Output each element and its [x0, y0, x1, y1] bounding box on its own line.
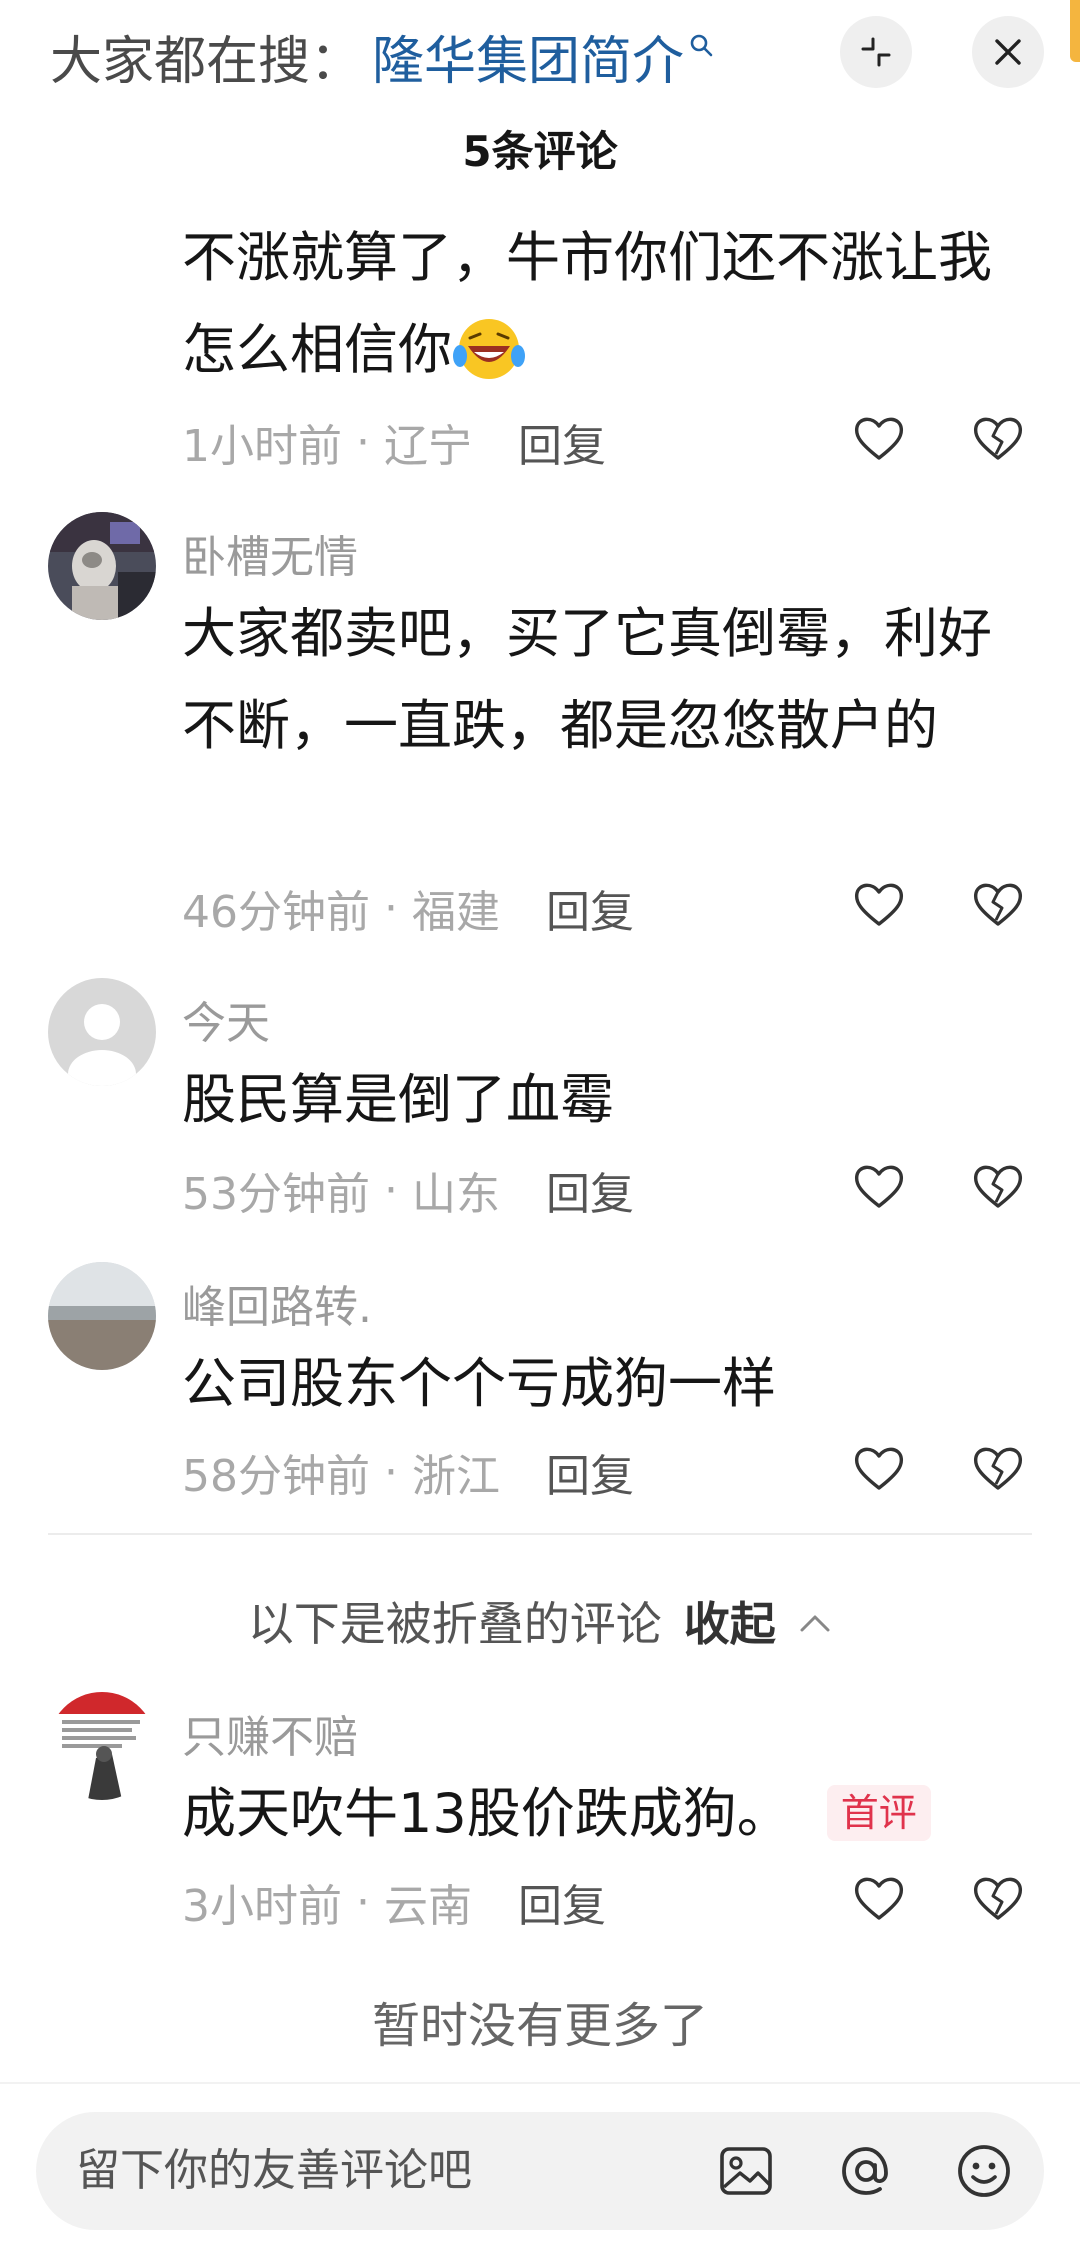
first-comment-badge: 首评 — [826, 1785, 931, 1841]
heart-icon[interactable] — [853, 1874, 905, 1922]
default-avatar-icon — [48, 978, 156, 1086]
avatar[interactable] — [48, 1692, 156, 1800]
comment-location: 山东 — [412, 1169, 500, 1220]
reply-button[interactable]: 回复 — [518, 410, 606, 474]
comment-time: 1小时前 — [182, 421, 342, 472]
comment-count-title: 5条评论 — [462, 127, 618, 176]
at-icon[interactable] — [836, 2141, 896, 2201]
meta-separator: · — [384, 1164, 398, 1216]
reply-button[interactable]: 回复 — [546, 1158, 634, 1222]
comment-time: 58分钟前 — [182, 1451, 370, 1502]
reply-button[interactable]: 回复 — [546, 1440, 634, 1504]
broken-heart-icon[interactable] — [972, 414, 1024, 462]
comment-text[interactable]: 成天吹牛13股价跌成狗。 首评 — [182, 1768, 1022, 1860]
laughing-crying-emoji-icon — [453, 319, 525, 379]
reply-button[interactable]: 回复 — [518, 1870, 606, 1934]
comment-text[interactable]: 不涨就算了，牛市你们还不涨让我怎么相信你 — [182, 212, 1022, 396]
avatar[interactable] — [48, 1262, 156, 1370]
heart-icon[interactable] — [853, 1444, 905, 1492]
comment-time: 46分钟前 — [182, 887, 370, 938]
comment-input-area: 留下你的友善评论吧 — [0, 2082, 1080, 2253]
comment-location: 云南 — [384, 1881, 472, 1932]
search-suggestion-term[interactable]: 隆华集团简介 — [372, 19, 684, 94]
folded-comments-toggle[interactable]: 以下是被折叠的评论 收起 — [0, 1588, 1080, 1654]
comments-sheet: 大家都在搜： 隆华集团简介 5条评论 不涨就算了，牛市你们还不涨让我怎么相信你 — [0, 0, 1080, 2253]
image-icon[interactable] — [716, 2141, 776, 2201]
comment-location: 福建 — [412, 887, 500, 938]
comment-text-content: 成天吹牛13股价跌成狗。 — [182, 1782, 791, 1845]
username[interactable]: 卧槽无情 — [182, 521, 358, 585]
broken-heart-icon[interactable] — [972, 1162, 1024, 1210]
broken-heart-icon[interactable] — [972, 1444, 1024, 1492]
heart-icon[interactable] — [853, 414, 905, 462]
comment-input-placeholder: 留下你的友善评论吧 — [76, 2145, 472, 2196]
username[interactable]: 峰回路转. — [182, 1271, 372, 1335]
divider — [48, 1533, 1032, 1535]
avatar[interactable] — [48, 512, 156, 620]
comment-text-content: 不涨就算了，牛市你们还不涨让我怎么相信你 — [182, 226, 992, 381]
broken-heart-icon[interactable] — [972, 1874, 1024, 1922]
avatar-image — [48, 1262, 156, 1370]
no-more-comments-text: 暂时没有更多了 — [371, 1998, 708, 2054]
collapse-folded-link[interactable]: 收起 — [684, 1597, 776, 1651]
search-icon — [690, 34, 713, 57]
username[interactable]: 今天 — [182, 987, 270, 1051]
comment-time: 3小时前 — [182, 1881, 342, 1932]
heart-icon[interactable] — [853, 1162, 905, 1210]
comment-location: 浙江 — [412, 1451, 500, 1502]
comment-meta: 1小时前 · 辽宁 回复 — [182, 410, 606, 474]
reply-button[interactable]: 回复 — [546, 876, 634, 940]
close-icon — [995, 39, 1021, 65]
comment-meta: 46分钟前 · 福建 回复 — [182, 876, 634, 940]
username[interactable]: 只赚不赔 — [182, 1701, 358, 1765]
meta-separator: · — [384, 882, 398, 934]
sheet-header: 大家都在搜： 隆华集团简介 5条评论 — [0, 0, 1080, 190]
smile-icon[interactable] — [954, 2141, 1014, 2201]
heart-icon[interactable] — [853, 880, 905, 928]
meta-separator: · — [384, 1446, 398, 1498]
comment-meta: 53分钟前 · 山东 回复 — [182, 1158, 634, 1222]
comment-text[interactable]: 股民算是倒了血霉 — [182, 1054, 1022, 1146]
avatar-image — [48, 512, 156, 620]
comment-input[interactable]: 留下你的友善评论吧 — [36, 2112, 1044, 2230]
chevron-up-icon — [800, 1615, 830, 1632]
avatar[interactable] — [48, 978, 156, 1086]
broken-heart-icon[interactable] — [972, 880, 1024, 928]
meta-separator: · — [356, 1876, 370, 1928]
comment-text[interactable]: 公司股东个个亏成狗一样 — [182, 1338, 1022, 1430]
close-button[interactable] — [972, 16, 1044, 88]
scroll-accent — [1070, 0, 1080, 62]
collapse-button[interactable] — [840, 16, 912, 88]
search-suggestion-prefix: 大家都在搜： — [50, 31, 363, 92]
folded-comments-label: 以下是被折叠的评论 — [247, 1597, 662, 1651]
comment-location: 辽宁 — [384, 421, 472, 472]
comment-text[interactable]: 大家都卖吧，买了它真倒霉，利好不断，一直跌，都是忽悠散户的 — [182, 588, 1022, 772]
search-suggestion[interactable]: 大家都在搜： 隆华集团简介 — [50, 18, 714, 94]
avatar-image — [48, 1692, 156, 1800]
meta-separator: · — [356, 416, 370, 468]
comment-meta: 3小时前 · 云南 回复 — [182, 1870, 606, 1934]
comment-meta: 58分钟前 · 浙江 回复 — [182, 1440, 634, 1504]
comment-time: 53分钟前 — [182, 1169, 370, 1220]
collapse-icon — [861, 37, 891, 67]
